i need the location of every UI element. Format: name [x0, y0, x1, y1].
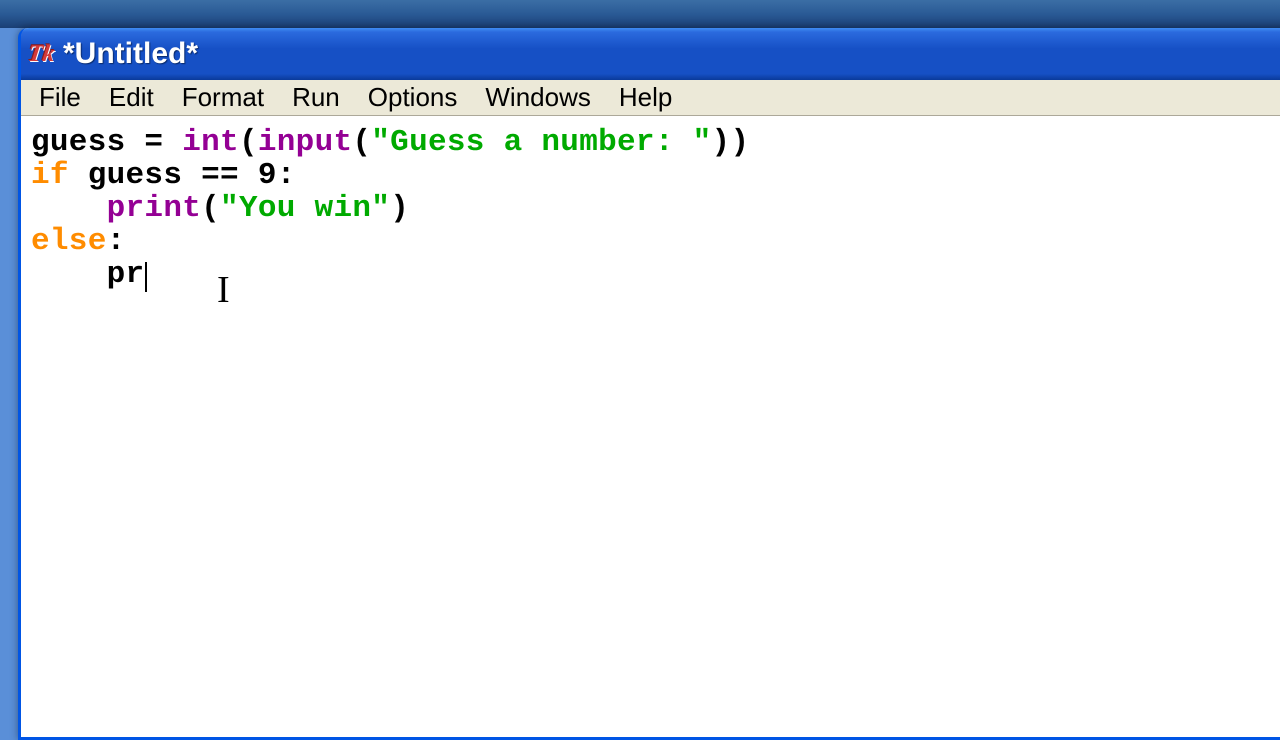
window-title: *Untitled* — [63, 37, 198, 71]
keyword-else: else — [31, 224, 107, 259]
indent — [31, 191, 107, 226]
colon: : — [107, 224, 126, 259]
tk-icon: Tk — [26, 41, 56, 68]
paren: ) — [390, 191, 409, 226]
paren: ( — [352, 125, 371, 160]
keyword-if: if — [31, 158, 69, 193]
menu-help[interactable]: Help — [605, 80, 686, 115]
titlebar[interactable]: Tk *Untitled* — [21, 28, 1280, 80]
builtin-print: print — [107, 191, 202, 226]
code-editor[interactable]: guess = int(input("Guess a number: ")) i… — [21, 116, 1280, 737]
code-content: guess = int(input("Guess a number: ")) i… — [31, 126, 1280, 292]
paren: ( — [201, 191, 220, 226]
menu-format[interactable]: Format — [168, 80, 278, 115]
string-literal: "You win" — [220, 191, 390, 226]
menu-windows[interactable]: Windows — [471, 80, 604, 115]
builtin-input: input — [258, 125, 353, 160]
paren: ( — [239, 125, 258, 160]
idle-window: Tk *Untitled* File Edit Format Run Optio… — [18, 28, 1280, 740]
desktop-background-strip — [0, 0, 1280, 28]
paren: )) — [712, 125, 750, 160]
indent — [31, 257, 107, 292]
string-literal: "Guess a number: " — [371, 125, 711, 160]
code-partial: pr — [107, 257, 145, 292]
app-icon: Tk — [27, 40, 55, 68]
menu-options[interactable]: Options — [354, 80, 472, 115]
text-caret — [145, 262, 147, 292]
code-token: guess = — [31, 125, 182, 160]
builtin-int: int — [182, 125, 239, 160]
menu-edit[interactable]: Edit — [95, 80, 168, 115]
menu-file[interactable]: File — [25, 80, 95, 115]
menubar: File Edit Format Run Options Windows Hel… — [21, 80, 1280, 116]
code-token: guess == 9: — [69, 158, 296, 193]
menu-run[interactable]: Run — [278, 80, 354, 115]
